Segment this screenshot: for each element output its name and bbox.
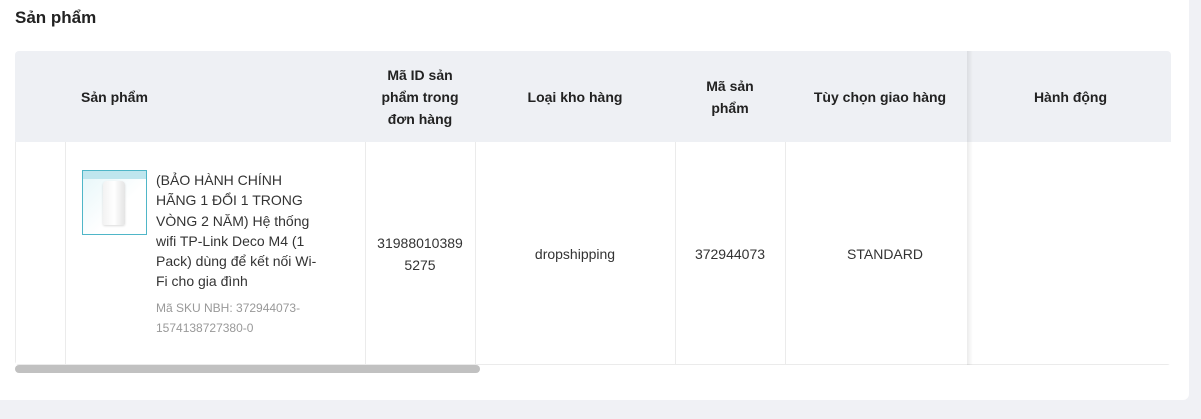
section-title: Sản phẩm	[15, 8, 97, 27]
column-divider	[15, 142, 16, 365]
header-order-product-id[interactable]: Mã ID sản phẩm trong đơn hàng	[370, 51, 470, 142]
header-warehouse-type[interactable]: Loại kho hàng	[480, 51, 670, 142]
cell-warehouse-type: dropshipping	[534, 245, 616, 262]
horizontal-scrollbar[interactable]	[15, 365, 480, 373]
products-table: Sản phẩm Mã ID sản phẩm trong đơn hàng L…	[15, 51, 1171, 365]
product-thumbnail[interactable]	[82, 170, 147, 235]
header-action: Hành động	[1033, 88, 1108, 105]
header-shipping-option[interactable]: Tùy chọn giao hàng	[790, 51, 970, 142]
products-panel: Sản phẩm Sản phẩm Mã ID sản phẩm trong đ…	[0, 0, 1189, 400]
cell-action	[973, 142, 1168, 365]
product-name-link[interactable]: (BẢO HÀNH CHÍNH HÃNG 1 ĐỔI 1 TRONG VÒNG …	[156, 170, 326, 292]
header-product-code[interactable]: Mã sản phẩm	[690, 51, 770, 142]
header-product[interactable]: Sản phẩm	[81, 51, 331, 142]
page-gutter	[1189, 0, 1201, 419]
table-header: Sản phẩm Mã ID sản phẩm trong đơn hàng L…	[15, 51, 1171, 142]
table-row: (BẢO HÀNH CHÍNH HÃNG 1 ĐỔI 1 TRONG VÒNG …	[15, 142, 1171, 365]
cell-shipping-option: STANDARD	[847, 245, 923, 262]
product-sku: Mã SKU NBH: 372944073-1574138727380-0	[156, 301, 301, 335]
router-image	[103, 181, 125, 225]
fixed-column-shadow	[967, 51, 973, 365]
cell-order-product-id: 319880103895275	[377, 234, 463, 273]
cell-product-code: 372944073	[694, 245, 766, 262]
column-divider	[65, 142, 66, 365]
column-divider	[365, 142, 366, 365]
thumbnail-band	[83, 171, 146, 179]
